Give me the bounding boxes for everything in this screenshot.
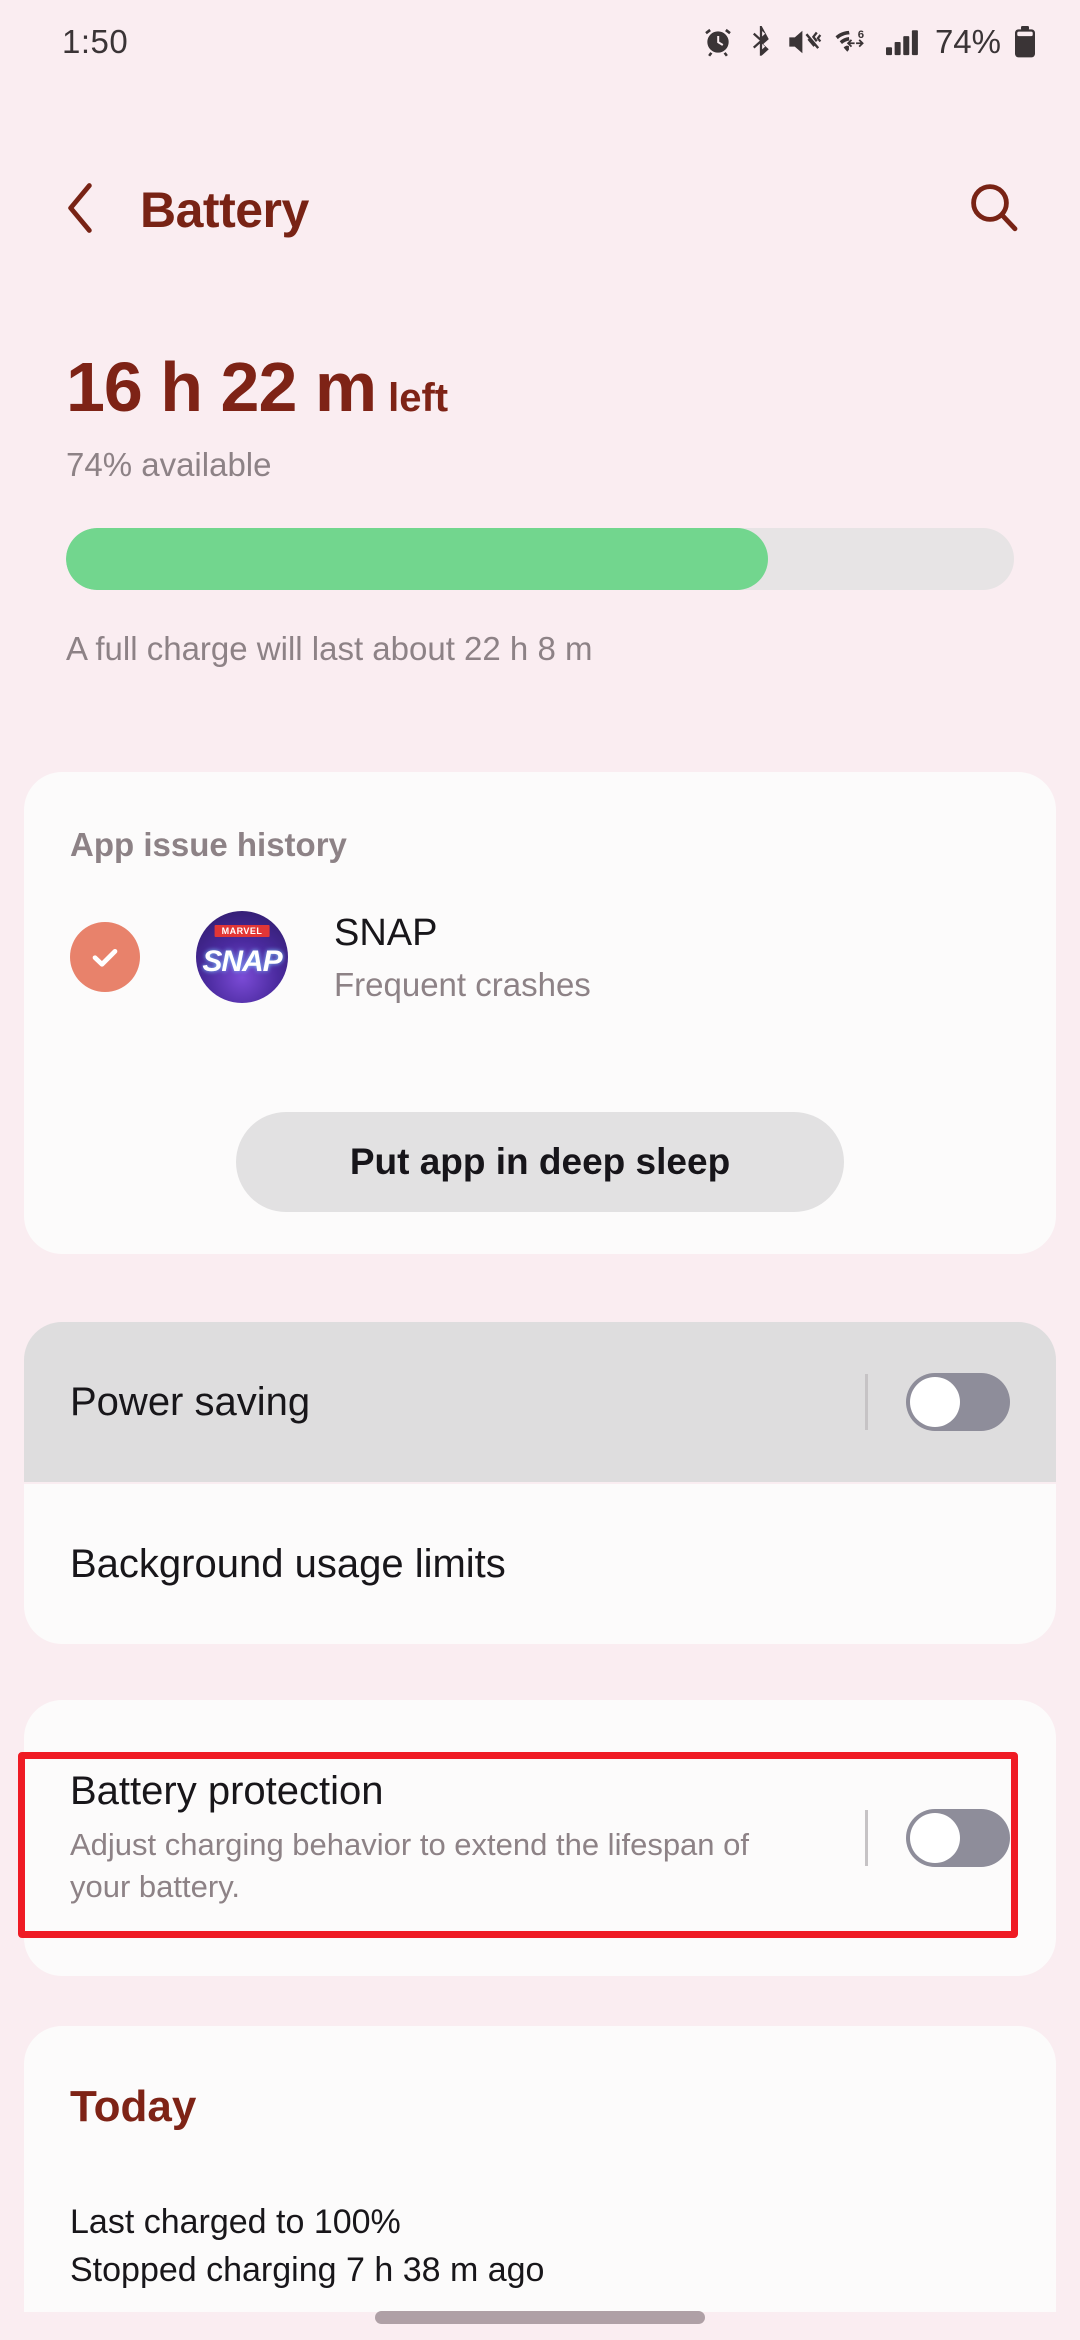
power-saving-toggle[interactable]: [906, 1373, 1010, 1431]
page-title: Battery: [140, 182, 309, 238]
power-saving-label: Power saving: [70, 1379, 311, 1424]
marvel-snap-app-icon: MARVEL SNAP: [196, 910, 288, 1003]
battery-time-remaining: 16 h 22 m left: [66, 352, 1014, 422]
toggle-knob: [910, 1813, 960, 1863]
mute-vibrate-icon: [788, 26, 822, 58]
background-usage-limits-row[interactable]: Background usage limits: [24, 1484, 1056, 1644]
battery-protection-label: Battery protection: [70, 1768, 384, 1813]
search-button[interactable]: [966, 180, 1022, 241]
background-usage-limits-label: Background usage limits: [70, 1541, 506, 1586]
battery-time-value: 16 h 22 m: [66, 348, 377, 426]
signal-icon: [885, 26, 920, 58]
battery-level-bar: [66, 528, 1014, 590]
battery-settings-screen: 1:50 6 74% Battery 16 h 22 m left 74% av…: [0, 0, 1080, 2340]
battery-summary: 16 h 22 m left 74% available A full char…: [0, 352, 1080, 668]
battery-time-suffix: left: [388, 376, 449, 420]
today-stopped-charging: Stopped charging 7 h 38 m ago: [70, 2251, 545, 2290]
bluetooth-icon: [747, 26, 775, 58]
status-bar: 1:50 6 74%: [0, 0, 1080, 84]
app-bar: Battery: [0, 150, 1080, 270]
today-details: Last charged to 100% Stopped charging 7 …: [70, 2198, 544, 2295]
today-card: Today Last charged to 100% Stopped charg…: [24, 2026, 1056, 2312]
home-indicator[interactable]: [375, 2311, 705, 2324]
full-charge-note: A full charge will last about 22 h 8 m: [66, 630, 593, 667]
chevron-left-icon: [58, 180, 102, 241]
toggle-knob: [910, 1377, 960, 1427]
app-icon-brand-label: MARVEL: [214, 924, 270, 937]
row-divider: [865, 1374, 868, 1430]
search-icon: [966, 180, 1022, 241]
check-circle-icon: [70, 921, 140, 992]
status-time: 1:50: [62, 23, 129, 60]
row-divider: [865, 1810, 868, 1866]
today-title: Today: [70, 2082, 197, 2131]
svg-text:6: 6: [858, 29, 864, 41]
status-icon-group: 6 74%: [702, 23, 1036, 61]
battery-icon: [1014, 26, 1036, 58]
put-app-in-deep-sleep-button[interactable]: Put app in deep sleep: [236, 1112, 844, 1212]
app-issue-text: SNAP Frequent crashes: [334, 910, 591, 1004]
battery-protection-toggle[interactable]: [906, 1809, 1010, 1867]
today-last-charged: Last charged to 100%: [70, 2203, 401, 2241]
back-button[interactable]: [32, 180, 128, 241]
alarm-icon: [702, 26, 734, 58]
battery-protection-description: Adjust charging behavior to extend the l…: [70, 1826, 750, 1904]
battery-protection-row[interactable]: Battery protection Adjust charging behav…: [24, 1700, 1056, 1976]
wifi6-icon: 6: [835, 26, 873, 58]
battery-available-label: 74% available: [66, 446, 272, 483]
app-name: SNAP: [334, 912, 438, 954]
app-icon-word-label: SNAP: [202, 944, 282, 978]
battery-level-fill: [66, 528, 768, 590]
app-issue-description: Frequent crashes: [334, 965, 591, 1003]
power-saving-row[interactable]: Power saving: [24, 1322, 1056, 1482]
app-issue-row[interactable]: MARVEL SNAP SNAP Frequent crashes: [70, 910, 1010, 1004]
app-issue-history-heading: App issue history: [70, 826, 347, 863]
status-battery-percent: 74%: [934, 23, 1001, 60]
